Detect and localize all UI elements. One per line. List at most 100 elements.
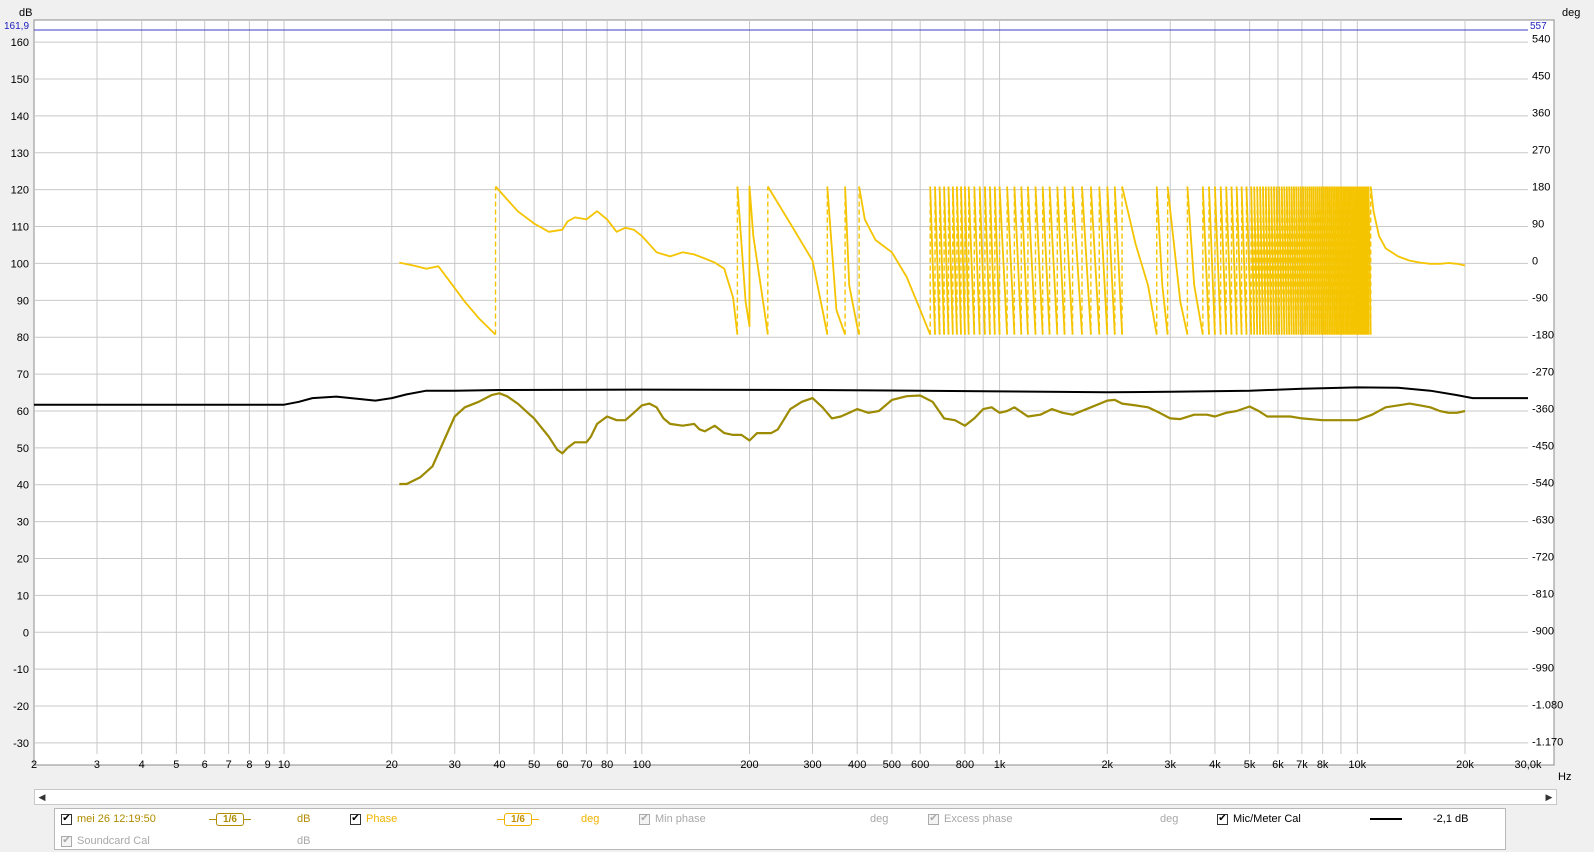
x-tick-label: 3 bbox=[94, 759, 100, 771]
right-axis-unit: deg bbox=[1562, 7, 1580, 19]
legend-item-excess-phase[interactable]: ✔ Excess phase bbox=[928, 811, 1012, 827]
x-tick-label: 400 bbox=[848, 759, 866, 771]
y-right-tick-label: -540 bbox=[1532, 478, 1554, 490]
y-right-tick-label: -1.170 bbox=[1532, 737, 1563, 749]
x-tick-label: 70 bbox=[580, 759, 592, 771]
x-tick-label: 7 bbox=[226, 759, 232, 771]
x-tick-label: 5 bbox=[173, 759, 179, 771]
legend-value-mic-meter-cal: -2,1 dB bbox=[1433, 813, 1469, 825]
y-left-tick-label: 30 bbox=[17, 517, 29, 529]
smoothing-badge-phase[interactable]: 1/6 bbox=[497, 812, 539, 826]
y-left-tick-label: 100 bbox=[11, 258, 29, 270]
check-icon[interactable]: ✔ bbox=[639, 813, 650, 825]
x-tick-label: 1k bbox=[994, 759, 1006, 771]
x-tick-label: 8 bbox=[246, 759, 252, 771]
check-icon[interactable]: ✔ bbox=[61, 835, 72, 847]
x-tick-label: 20k bbox=[1456, 759, 1474, 771]
y-right-tick-label: -990 bbox=[1532, 663, 1554, 675]
x-tick-label: 9 bbox=[265, 759, 271, 771]
legend-item-min-phase[interactable]: ✔ Min phase bbox=[639, 811, 706, 827]
x-tick-label: 60 bbox=[556, 759, 568, 771]
y-right-tick-label: 450 bbox=[1532, 71, 1550, 83]
y-right-tick-label: -90 bbox=[1532, 293, 1548, 305]
plot-area[interactable] bbox=[33, 19, 1555, 766]
y-right-tick-label: 540 bbox=[1532, 34, 1550, 46]
y-left-tick-label: 20 bbox=[17, 554, 29, 566]
y-left-tick-label: 90 bbox=[17, 295, 29, 307]
y-right-tick-label: -1.080 bbox=[1532, 700, 1563, 712]
y-left-tick-label: 50 bbox=[17, 443, 29, 455]
y-right-tick-label: 360 bbox=[1532, 108, 1550, 120]
y-left-tick-label: 80 bbox=[17, 332, 29, 344]
cursor-readout-right: 557 bbox=[1530, 21, 1547, 32]
legend-item-mic-meter-cal[interactable]: ✔ Mic/Meter Cal bbox=[1217, 811, 1301, 827]
y-right-tick-label: -180 bbox=[1532, 330, 1554, 342]
legend-label-min-phase: Min phase bbox=[655, 813, 706, 825]
legend-label-phase: Phase bbox=[366, 813, 398, 825]
y-right-tick-label: -810 bbox=[1532, 589, 1554, 601]
y-right-tick-label: -270 bbox=[1532, 367, 1554, 379]
legend-label-soundcard-cal: Soundcard Cal bbox=[77, 835, 150, 847]
legend-unit-phase: deg bbox=[581, 813, 600, 825]
y-right-tick-label: -900 bbox=[1532, 626, 1554, 638]
x-tick-label: 6 bbox=[202, 759, 208, 771]
x-tick-label: 50 bbox=[528, 759, 540, 771]
y-right-tick-label: -630 bbox=[1532, 515, 1554, 527]
check-icon[interactable]: ✔ bbox=[928, 813, 939, 825]
legend-item-soundcard-cal[interactable]: ✔ Soundcard Cal bbox=[61, 833, 150, 849]
smoothing-value: 1/6 bbox=[216, 812, 244, 826]
y-right-tick-label: 0 bbox=[1532, 256, 1538, 268]
y-left-tick-label: -10 bbox=[13, 664, 29, 676]
x-tick-label: 7k bbox=[1296, 759, 1308, 771]
legend-item-measurement[interactable]: ✔ mei 26 12:19:50 bbox=[61, 811, 156, 827]
cursor-readout-left: 161,9 bbox=[4, 21, 29, 32]
check-icon[interactable]: ✔ bbox=[61, 813, 72, 825]
x-tick-label: 2k bbox=[1101, 759, 1113, 771]
x-axis-unit: Hz bbox=[1558, 771, 1571, 783]
y-right-tick-label: 180 bbox=[1532, 182, 1550, 194]
x-tick-label: 2 bbox=[31, 759, 37, 771]
frequency-response-chart[interactable]: dB deg Hz 161,9 557 160 150 140 130 120 110 10… bbox=[0, 0, 1594, 852]
x-tick-label: 300 bbox=[803, 759, 821, 771]
arrow-right-icon[interactable]: ▶ bbox=[1542, 790, 1556, 804]
y-left-tick-label: 70 bbox=[17, 369, 29, 381]
y-left-tick-label: 150 bbox=[11, 74, 29, 86]
y-right-tick-label: -720 bbox=[1532, 552, 1554, 564]
x-tick-label: 4 bbox=[139, 759, 145, 771]
y-right-tick-label: 90 bbox=[1532, 219, 1544, 231]
x-tick-label: 100 bbox=[633, 759, 651, 771]
x-tick-label: 200 bbox=[740, 759, 758, 771]
x-tick-label: 10k bbox=[1348, 759, 1366, 771]
y-left-tick-label: 120 bbox=[11, 185, 29, 197]
y-left-tick-label: -20 bbox=[13, 701, 29, 713]
x-tick-label: 8k bbox=[1317, 759, 1329, 771]
legend-item-phase[interactable]: ✔ Phase bbox=[350, 811, 397, 827]
legend-unit-soundcard-cal: dB bbox=[297, 835, 311, 847]
y-left-tick-label: -30 bbox=[13, 738, 29, 750]
horizontal-scrollbar[interactable]: ◀ ▶ bbox=[34, 789, 1557, 805]
x-tick-label: 500 bbox=[883, 759, 901, 771]
check-icon[interactable]: ✔ bbox=[1217, 813, 1228, 825]
legend-label-measurement: mei 26 12:19:50 bbox=[77, 813, 156, 825]
x-tick-label: 80 bbox=[601, 759, 613, 771]
x-tick-label: 800 bbox=[956, 759, 974, 771]
y-left-tick-label: 160 bbox=[11, 37, 29, 49]
y-left-tick-label: 10 bbox=[17, 590, 29, 602]
x-tick-label: 6k bbox=[1272, 759, 1284, 771]
x-tick-label: 10 bbox=[278, 759, 290, 771]
smoothing-value: 1/6 bbox=[504, 812, 532, 826]
legend-label-excess-phase: Excess phase bbox=[944, 813, 1013, 825]
arrow-left-icon[interactable]: ◀ bbox=[35, 790, 49, 804]
y-right-tick-label: -450 bbox=[1532, 441, 1554, 453]
left-axis-unit: dB bbox=[19, 7, 32, 19]
y-left-tick-label: 130 bbox=[11, 148, 29, 160]
check-icon[interactable]: ✔ bbox=[350, 813, 361, 825]
smoothing-badge-measurement[interactable]: 1/6 bbox=[209, 812, 251, 826]
x-tick-label: 40 bbox=[493, 759, 505, 771]
y-right-tick-label: 270 bbox=[1532, 145, 1550, 157]
x-tick-label: 30,0k bbox=[1515, 759, 1542, 771]
x-tick-label: 20 bbox=[386, 759, 398, 771]
y-right-tick-label: -360 bbox=[1532, 404, 1554, 416]
legend-unit-excess-phase: deg bbox=[1160, 813, 1179, 825]
legend-swatch-mic-meter-cal bbox=[1370, 818, 1402, 820]
